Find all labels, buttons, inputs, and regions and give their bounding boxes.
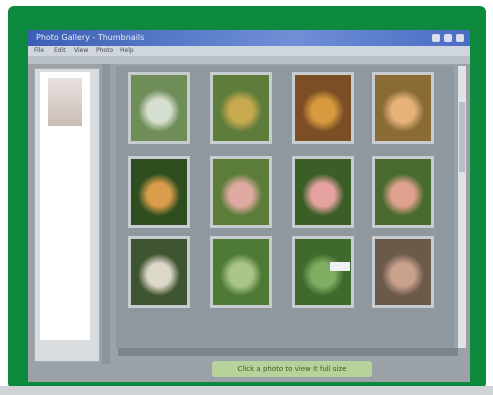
photo-image (300, 164, 346, 220)
photo-image (300, 80, 346, 136)
toolbar (28, 56, 470, 64)
thumbnail-2[interactable] (210, 72, 272, 144)
thumbnail-3[interactable] (292, 72, 354, 144)
thumbnail-12[interactable] (372, 236, 434, 308)
thumbnail-10[interactable] (210, 236, 272, 308)
photo-image (380, 164, 426, 220)
photo-image (136, 164, 182, 220)
app-window: Photo Gallery - Thumbnails File Edit Vie… (28, 30, 470, 382)
menu-edit[interactable]: Edit (54, 47, 66, 54)
photo-image (300, 244, 346, 300)
gallery-caption: Click a photo to view it full size (212, 361, 372, 377)
menu-photo[interactable]: Photo (96, 47, 113, 54)
folder-preview-image (48, 78, 82, 126)
close-button[interactable] (456, 34, 464, 42)
thumbnail-5[interactable] (128, 156, 190, 228)
photo-image (136, 244, 182, 300)
maximize-button[interactable] (444, 34, 452, 42)
photo-image (218, 244, 264, 300)
photo-image (218, 80, 264, 136)
thumbnail-6[interactable] (210, 156, 272, 228)
thumbnail-11[interactable] (292, 236, 354, 308)
pane-splitter[interactable] (102, 64, 110, 364)
title-bar: Photo Gallery - Thumbnails (28, 30, 470, 46)
bottom-edge (0, 386, 493, 395)
photo-image (136, 80, 182, 136)
menu-bar: File Edit View Photo Help (28, 46, 470, 56)
photo-image (380, 244, 426, 300)
thumbnail-4[interactable] (372, 72, 434, 144)
photo-image (218, 164, 264, 220)
thumbnail-8[interactable] (372, 156, 434, 228)
thumbnail-7[interactable] (292, 156, 354, 228)
window-title: Photo Gallery - Thumbnails (36, 33, 145, 42)
menu-file[interactable]: File (34, 47, 44, 54)
photo-image (380, 80, 426, 136)
menu-help[interactable]: Help (120, 47, 134, 54)
menu-view[interactable]: View (74, 47, 88, 54)
thumbnail-1[interactable] (128, 72, 190, 144)
selection-label (330, 262, 350, 271)
status-bar (118, 348, 458, 356)
minimize-button[interactable] (432, 34, 440, 42)
thumbnail-9[interactable] (128, 236, 190, 308)
scroll-thumb[interactable] (459, 102, 465, 172)
